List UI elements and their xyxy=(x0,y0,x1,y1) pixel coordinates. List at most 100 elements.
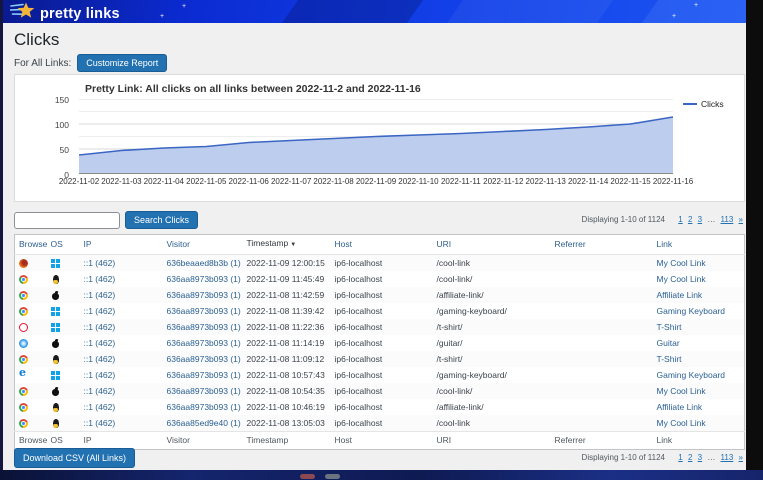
page-link-1[interactable]: 1 xyxy=(678,215,682,224)
cell-referrer xyxy=(551,303,653,319)
pagination-ellipsis: … xyxy=(707,453,715,462)
cell-visitor[interactable]: 636aa85ed9e40 (1) xyxy=(163,415,243,432)
table-row: ::1 (462)636aa8973b093 (1)2022-11-08 11:… xyxy=(15,303,745,319)
taskbar-item[interactable] xyxy=(300,474,315,479)
table-row: ::1 (462)636aa8973b093 (1)2022-11-08 11:… xyxy=(15,351,745,367)
cell-uri: /gaming-keyboard/ xyxy=(433,303,551,319)
page-link-3[interactable]: 3 xyxy=(698,215,702,224)
cell-browser xyxy=(15,271,47,287)
taskbar-item[interactable] xyxy=(325,474,340,479)
cell-uri: /t-shirt/ xyxy=(433,319,551,335)
click-table-body: ::1 (462)636beaaed8b3b (1)2022-11-09 12:… xyxy=(15,255,745,432)
cell-link[interactable]: Affiliate Link xyxy=(653,399,745,415)
chart-plot-area xyxy=(79,99,673,174)
column-header-referrer[interactable]: Referrer xyxy=(551,235,653,255)
cell-link[interactable]: Guitar xyxy=(653,335,745,351)
column-header-uri: URI xyxy=(433,432,551,450)
cell-link[interactable]: My Cool Link xyxy=(653,383,745,399)
cell-ip[interactable]: ::1 (462) xyxy=(80,351,163,367)
cell-visitor[interactable]: 636aa8973b093 (1) xyxy=(163,303,243,319)
cell-visitor[interactable]: 636aa8973b093 (1) xyxy=(163,383,243,399)
column-header-browser[interactable]: Browser xyxy=(15,235,47,255)
linux-icon xyxy=(51,403,60,412)
click-table-header: BrowserOSIPVisitorTimestamp▼HostURIRefer… xyxy=(15,235,745,255)
table-row: ::1 (462)636aa8973b093 (1)2022-11-08 10:… xyxy=(15,399,745,415)
cell-visitor[interactable]: 636beaaed8b3b (1) xyxy=(163,255,243,272)
table-row: ::1 (462)636aa8973b093 (1)2022-11-08 10:… xyxy=(15,383,745,399)
page-link-last[interactable]: 113 xyxy=(721,215,734,224)
column-header-os[interactable]: OS xyxy=(47,235,80,255)
cell-ip[interactable]: ::1 (462) xyxy=(80,399,163,415)
page-next-link[interactable]: » xyxy=(739,215,743,224)
page-link-last[interactable]: 113 xyxy=(721,453,734,462)
header-stripe xyxy=(638,0,746,23)
search-clicks-button[interactable]: Search Clicks xyxy=(125,211,198,229)
cell-visitor[interactable]: 636aa8973b093 (1) xyxy=(163,319,243,335)
window-right-edge xyxy=(746,0,763,480)
cell-link[interactable]: Affiliate Link xyxy=(653,287,745,303)
filter-row: For All Links: Customize Report xyxy=(14,54,167,72)
cell-timestamp: 2022-11-08 11:42:59 xyxy=(243,287,331,303)
column-header-link[interactable]: Link xyxy=(653,235,745,255)
cell-ip[interactable]: ::1 (462) xyxy=(80,335,163,351)
download-csv-button[interactable]: Download CSV (All Links) xyxy=(14,448,135,468)
cell-os xyxy=(47,303,80,319)
star-swoosh-icon xyxy=(10,1,36,23)
column-header-timestamp[interactable]: Timestamp▼ xyxy=(243,235,331,255)
cell-link[interactable]: T-Shirt xyxy=(653,319,745,335)
cell-timestamp: 2022-11-08 11:09:12 xyxy=(243,351,331,367)
cell-ip[interactable]: ::1 (462) xyxy=(80,367,163,383)
cell-visitor[interactable]: 636aa8973b093 (1) xyxy=(163,367,243,383)
x-tick-label: 2022-11-14 xyxy=(568,177,608,186)
cell-ip[interactable]: ::1 (462) xyxy=(80,383,163,399)
linux-icon xyxy=(51,355,60,364)
cell-ip[interactable]: ::1 (462) xyxy=(80,271,163,287)
cell-link[interactable]: My Cool Link xyxy=(653,271,745,287)
cell-uri: /t-shirt/ xyxy=(433,351,551,367)
chart-x-axis: 2022-11-022022-11-032022-11-042022-11-05… xyxy=(79,177,673,189)
cell-link[interactable]: My Cool Link xyxy=(653,255,745,272)
cell-referrer xyxy=(551,415,653,432)
search-input[interactable] xyxy=(14,212,120,229)
page-next-link[interactable]: » xyxy=(739,453,743,462)
cell-uri: /cool-link/ xyxy=(433,271,551,287)
legend-line-swatch xyxy=(683,103,697,106)
customize-report-button[interactable]: Customize Report xyxy=(77,54,167,72)
cell-ip[interactable]: ::1 (462) xyxy=(80,287,163,303)
linux-icon xyxy=(51,275,60,284)
chart-title: Pretty Link: All clicks on all links bet… xyxy=(85,83,421,95)
cell-link[interactable]: Gaming Keyboard xyxy=(653,367,745,383)
firefox-icon xyxy=(19,259,28,268)
cell-host: ip6-localhost xyxy=(331,367,433,383)
cell-ip[interactable]: ::1 (462) xyxy=(80,303,163,319)
page-link-1[interactable]: 1 xyxy=(678,453,682,462)
cell-os xyxy=(47,415,80,432)
column-header-uri[interactable]: URI xyxy=(433,235,551,255)
x-tick-label: 2022-11-07 xyxy=(271,177,311,186)
cell-link[interactable]: T-Shirt xyxy=(653,351,745,367)
cell-link[interactable]: My Cool Link xyxy=(653,415,745,432)
page-link-3[interactable]: 3 xyxy=(698,453,702,462)
sparkle-icon: + xyxy=(160,13,164,20)
cell-ip[interactable]: ::1 (462) xyxy=(80,319,163,335)
table-row: ::1 (462)636beaaed8b3b (1)2022-11-09 12:… xyxy=(15,255,745,272)
windows-icon xyxy=(51,307,60,316)
cell-visitor[interactable]: 636aa8973b093 (1) xyxy=(163,351,243,367)
cell-ip[interactable]: ::1 (462) xyxy=(80,415,163,432)
cell-browser xyxy=(15,415,47,432)
cell-browser xyxy=(15,351,47,367)
column-header-ip[interactable]: IP xyxy=(80,235,163,255)
chrome-icon xyxy=(19,403,28,412)
table-row: ::1 (462)636aa8973b093 (1)2022-11-08 11:… xyxy=(15,335,745,351)
cell-visitor[interactable]: 636aa8973b093 (1) xyxy=(163,335,243,351)
cell-visitor[interactable]: 636aa8973b093 (1) xyxy=(163,271,243,287)
cell-timestamp: 2022-11-08 13:05:03 xyxy=(243,415,331,432)
cell-link[interactable]: Gaming Keyboard xyxy=(653,303,745,319)
cell-ip[interactable]: ::1 (462) xyxy=(80,255,163,272)
page-link-2[interactable]: 2 xyxy=(688,215,692,224)
cell-visitor[interactable]: 636aa8973b093 (1) xyxy=(163,287,243,303)
column-header-host[interactable]: Host xyxy=(331,235,433,255)
cell-visitor[interactable]: 636aa8973b093 (1) xyxy=(163,399,243,415)
column-header-visitor[interactable]: Visitor xyxy=(163,235,243,255)
page-link-2[interactable]: 2 xyxy=(688,453,692,462)
